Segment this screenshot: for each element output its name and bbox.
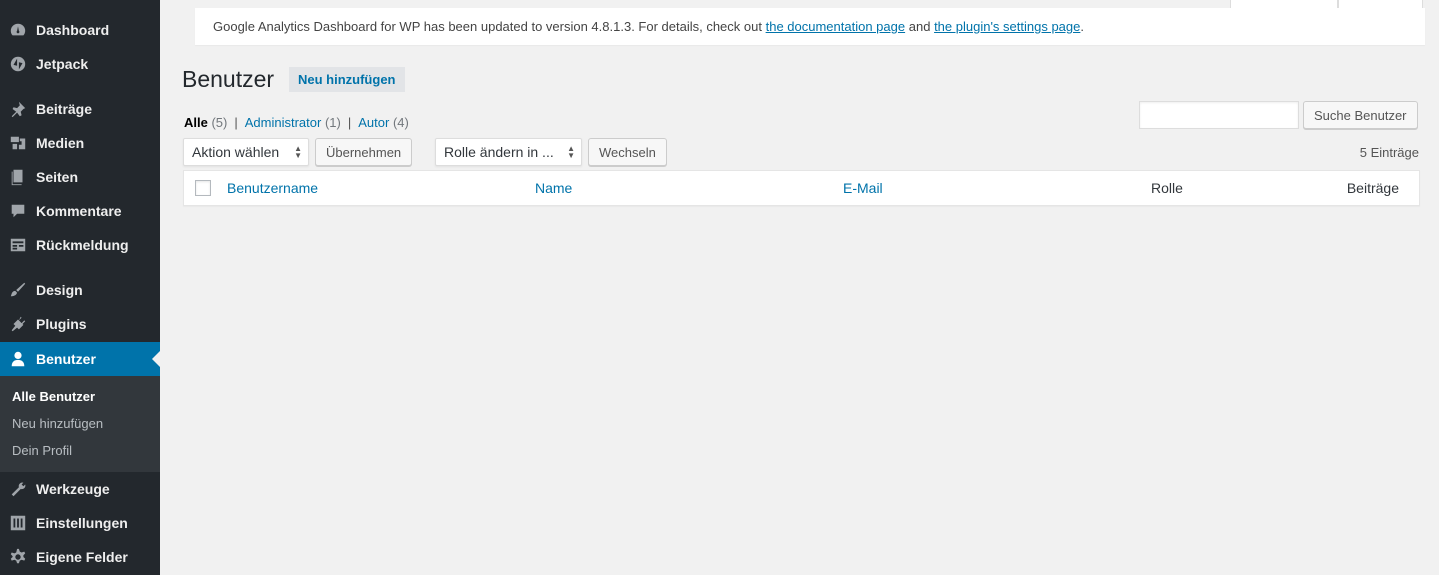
menu-posts[interactable]: Beiträge xyxy=(0,92,160,126)
menu-label: Plugins xyxy=(36,316,87,332)
notice-and: and xyxy=(908,19,931,34)
users-table: Benutzername Name E-Mail Rolle Beiträge xyxy=(183,170,1420,206)
menu-media[interactable]: Medien xyxy=(0,126,160,160)
search-users-button[interactable]: Suche Benutzer xyxy=(1303,101,1418,129)
filter-separator: | xyxy=(347,115,352,130)
page-title: Benutzer xyxy=(182,66,275,92)
apply-button[interactable]: Übernehmen xyxy=(315,138,413,166)
menu-label: Design xyxy=(36,282,83,298)
change-role-button[interactable]: Wechseln xyxy=(588,138,667,166)
menu-label: Dashboard xyxy=(36,22,110,38)
wrench-icon xyxy=(0,480,36,498)
menu-label: Medien xyxy=(36,135,85,151)
column-posts: Beiträge xyxy=(1346,180,1399,196)
user-icon xyxy=(0,350,36,368)
menu-label: Seiten xyxy=(36,169,79,185)
menu-comments[interactable]: Kommentare xyxy=(0,194,160,228)
menu-design[interactable]: Design xyxy=(0,273,160,307)
menu-label: Beiträge xyxy=(36,101,93,117)
documentation-link[interactable]: the documentation page xyxy=(766,19,906,34)
admin-sidebar: Dashboard Jetpack Beiträge Medien Seiten… xyxy=(0,0,160,575)
column-email[interactable]: E-Mail xyxy=(843,180,883,196)
notice-text: Google Analytics Dashboard for WP has be… xyxy=(213,19,762,34)
users-submenu: Alle Benutzer Neu hinzufügen Dein Profil xyxy=(0,376,160,472)
menu-label: Jetpack xyxy=(36,56,89,72)
menu-plugins[interactable]: Plugins xyxy=(0,307,160,341)
select-arrows-icon: ▲ ▼ xyxy=(294,144,302,160)
bulk-action-value: Aktion wählen xyxy=(192,144,280,160)
column-role: Rolle xyxy=(1151,180,1183,196)
update-notice: Google Analytics Dashboard for WP has be… xyxy=(195,8,1425,45)
change-role-value: Rolle ändern in ... xyxy=(444,144,554,160)
menu-label: Einstellungen xyxy=(36,515,128,531)
menu-custom-fields[interactable]: Eigene Felder xyxy=(0,540,160,574)
filter-administrator[interactable]: Administrator xyxy=(245,115,322,130)
submenu-add-new[interactable]: Neu hinzufügen xyxy=(0,410,160,437)
notice-end: . xyxy=(1080,19,1084,34)
user-search-input[interactable] xyxy=(1139,101,1299,129)
item-count: 5 Einträge xyxy=(1359,145,1419,160)
menu-dashboard[interactable]: Dashboard xyxy=(0,13,160,47)
select-arrows-icon: ▲ ▼ xyxy=(567,144,575,160)
filter-author-count: (4) xyxy=(392,115,409,130)
filter-all-count: (5) xyxy=(211,115,228,130)
select-all-checkbox[interactable] xyxy=(195,180,211,196)
gear-icon xyxy=(0,548,36,566)
settings-sliders-icon xyxy=(0,514,36,532)
menu-pages[interactable]: Seiten xyxy=(0,160,160,194)
role-filter-links: Alle (5) | Administrator (1) | Autor (4) xyxy=(184,115,409,130)
menu-label: Werkzeuge xyxy=(36,481,110,497)
menu-settings[interactable]: Einstellungen xyxy=(0,506,160,540)
screen-options-strip xyxy=(160,0,1439,8)
menu-label: Kommentare xyxy=(36,203,122,219)
comment-icon xyxy=(0,202,36,220)
submenu-all-users[interactable]: Alle Benutzer xyxy=(0,383,160,410)
menu-users[interactable]: Benutzer xyxy=(0,342,160,376)
help-tab[interactable] xyxy=(1338,0,1423,8)
filter-author[interactable]: Autor xyxy=(358,115,389,130)
filter-separator: | xyxy=(234,115,238,130)
menu-label: Rückmeldung xyxy=(36,237,129,253)
brush-icon xyxy=(0,281,36,299)
submenu-profile[interactable]: Dein Profil xyxy=(0,437,160,464)
change-role-select[interactable]: Rolle ändern in ... ▲ ▼ xyxy=(435,138,582,166)
menu-jetpack[interactable]: Jetpack xyxy=(0,47,160,81)
screen-options-tab[interactable] xyxy=(1230,0,1338,8)
menu-label: Benutzer xyxy=(36,351,96,367)
bulk-action-select[interactable]: Aktion wählen ▲ ▼ xyxy=(183,138,309,166)
filter-admin-count: (1) xyxy=(324,115,341,130)
dashboard-icon xyxy=(0,21,36,39)
menu-tools[interactable]: Werkzeuge xyxy=(0,472,160,506)
media-icon xyxy=(0,134,36,152)
pin-icon xyxy=(0,100,36,118)
jetpack-icon xyxy=(0,55,36,73)
add-new-user-button[interactable]: Neu hinzufügen xyxy=(289,67,405,92)
pages-icon xyxy=(0,168,36,186)
feedback-icon xyxy=(0,236,36,254)
menu-label: Eigene Felder xyxy=(36,549,128,565)
settings-page-link[interactable]: the plugin's settings page xyxy=(934,19,1080,34)
column-username[interactable]: Benutzername xyxy=(227,180,318,196)
column-name[interactable]: Name xyxy=(535,180,572,196)
menu-feedback[interactable]: Rückmeldung xyxy=(0,228,160,262)
plugin-icon xyxy=(0,315,36,333)
filter-all[interactable]: Alle xyxy=(184,115,208,130)
